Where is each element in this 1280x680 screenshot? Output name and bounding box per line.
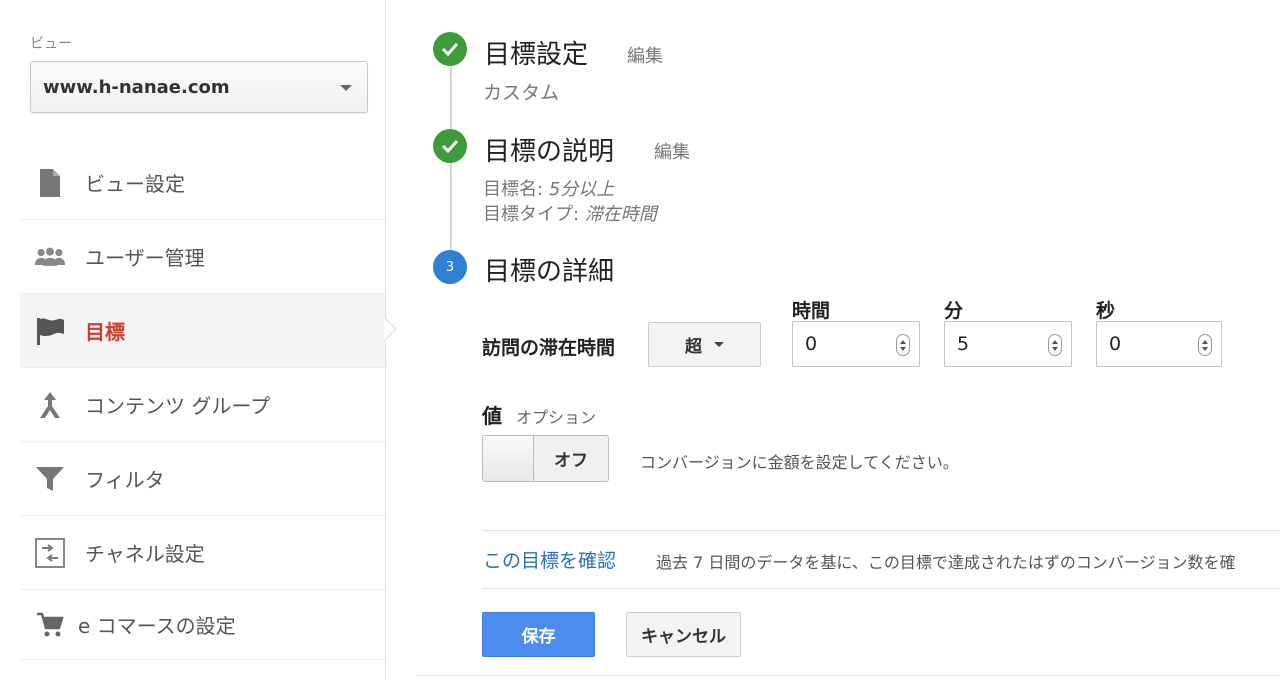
seconds-label: 秒 — [1096, 300, 1116, 322]
step-title-goal-setting: 目標設定 — [484, 40, 589, 70]
users-icon — [34, 241, 66, 273]
goal-type-value: 滞在時間 — [584, 204, 657, 225]
seconds-value: 0 — [1109, 333, 1122, 355]
minutes-label: 分 — [944, 300, 964, 322]
sidebar-item-content-groups[interactable]: コンテンツ グループ — [20, 368, 385, 442]
flag-icon — [34, 315, 66, 347]
toggle-knob — [483, 436, 534, 481]
hours-label: 時間 — [792, 300, 831, 322]
verify-goal-link[interactable]: この目標を確認 — [483, 546, 616, 573]
sidebar-item-goals[interactable]: 目標 — [20, 294, 385, 368]
divider — [482, 530, 1280, 531]
minutes-input[interactable]: 5 — [944, 321, 1072, 367]
minutes-value: 5 — [957, 333, 970, 355]
filter-icon — [34, 463, 66, 495]
checkmark-icon — [433, 32, 467, 66]
chevron-down-icon — [714, 342, 724, 347]
spinner-icon[interactable] — [1198, 334, 1212, 356]
step-number-badge: 3 — [433, 250, 467, 284]
goal-name-label: 目標名: — [483, 179, 544, 200]
conversion-help-text: コンバージョンに金額を設定してください。 — [640, 453, 959, 472]
comparator-dropdown[interactable]: 超 — [648, 322, 761, 367]
seconds-input[interactable]: 0 — [1096, 321, 1222, 367]
edit-goal-setting-link[interactable]: 編集 — [627, 42, 663, 68]
document-icon — [34, 167, 66, 199]
sidebar-item-label: e コマースの設定 — [78, 614, 236, 638]
save-button[interactable]: 保存 — [482, 612, 595, 657]
duration-label: 訪問の滞在時間 — [482, 337, 616, 359]
checkmark-icon — [433, 129, 467, 163]
toggle-state: オフ — [554, 451, 588, 471]
comparator-value: 超 — [685, 337, 702, 357]
sidebar-item-user-management[interactable]: ユーザー管理 — [20, 220, 385, 294]
sidebar-item-ecommerce-settings[interactable]: e コマースの設定 — [20, 590, 385, 660]
spinner-icon[interactable] — [1048, 334, 1062, 356]
sidebar-item-label: ビュー設定 — [85, 172, 185, 196]
step-title-goal-description: 目標の説明 — [484, 137, 615, 167]
goal-type-label: 目標タイプ: — [483, 204, 580, 225]
value-toggle[interactable]: オフ — [482, 435, 609, 482]
content-group-icon — [34, 389, 66, 421]
step-title-goal-details: 目標の詳細 — [484, 257, 615, 287]
sidebar-item-channel-settings[interactable]: チャネル設定 — [20, 516, 385, 590]
value-label: 値 — [482, 404, 502, 428]
goal-name-value: 5分以上 — [548, 179, 615, 200]
view-select-value: www.h-nanae.com — [43, 77, 230, 98]
verify-description: 過去 7 日間のデータを基に、この目標で達成されたはずのコンバージョン数を確 — [656, 553, 1236, 572]
channel-icon — [34, 537, 66, 569]
hours-value: 0 — [805, 333, 818, 355]
sidebar-nav: ビュー設定 ユーザー管理 目標 コンテンツ グループ フィルタ チャネル設定 e… — [20, 146, 385, 660]
sidebar-item-filters[interactable]: フィルタ — [20, 442, 385, 516]
spinner-icon[interactable] — [896, 334, 910, 356]
sidebar-item-label: チャネル設定 — [85, 542, 205, 566]
sidebar-item-label: フィルタ — [85, 468, 165, 492]
sidebar-item-label: ユーザー管理 — [85, 246, 205, 270]
hours-input[interactable]: 0 — [792, 321, 920, 367]
goal-name-line: 目標名: 5分以上 — [483, 175, 614, 201]
sidebar-item-view-settings[interactable]: ビュー設定 — [20, 146, 385, 220]
divider — [482, 588, 1280, 589]
sidebar-item-label: コンテンツ グループ — [85, 394, 271, 418]
cancel-button[interactable]: キャンセル — [626, 612, 741, 657]
edit-goal-description-link[interactable]: 編集 — [654, 138, 690, 164]
goal-type-line: 目標タイプ: 滞在時間 — [483, 200, 657, 226]
goal-editor: 目標設定 編集 カスタム 目標の説明 編集 目標名: 5分以上 目標タイプ: 滞… — [386, 0, 1280, 680]
divider — [416, 675, 1280, 676]
value-optional-label: オプション — [516, 408, 597, 427]
sidebar: ビュー www.h-nanae.com ビュー設定 ユーザー管理 目標 コンテン… — [0, 0, 386, 680]
cart-icon — [34, 609, 66, 641]
chevron-down-icon — [340, 85, 352, 91]
view-label: ビュー — [30, 36, 72, 52]
goal-setting-value: カスタム — [483, 82, 560, 104]
sidebar-item-label: 目標 — [85, 320, 125, 344]
view-select[interactable]: www.h-nanae.com — [30, 61, 368, 113]
